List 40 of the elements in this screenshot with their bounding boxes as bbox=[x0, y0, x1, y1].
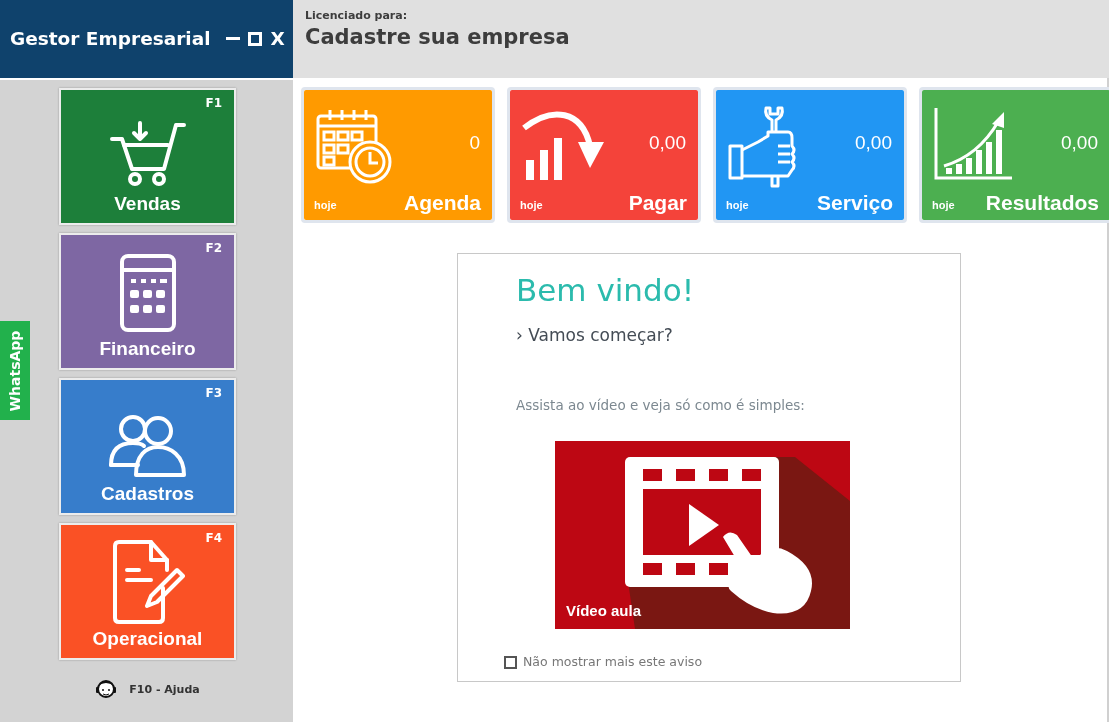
summary-card[interactable]: 0 hoje Agenda bbox=[304, 90, 492, 220]
welcome-subtitle: › Vamos começar? bbox=[516, 324, 674, 348]
card-value: 0 bbox=[469, 132, 480, 154]
company-name: Cadastre sua empresa bbox=[305, 24, 571, 50]
maximize-icon[interactable] bbox=[248, 32, 263, 46]
module-tile[interactable]: F3 Cadastros bbox=[59, 378, 236, 515]
document-icon bbox=[110, 540, 185, 624]
card-value: 0,00 bbox=[1061, 132, 1098, 154]
whatsapp-tab[interactable]: WhatsApp bbox=[0, 321, 30, 420]
module-tile[interactable]: F2 Financeiro bbox=[59, 233, 236, 370]
dismiss-checkbox[interactable]: Não mostrar mais este aviso bbox=[504, 652, 703, 672]
growth-chart-icon bbox=[934, 106, 1014, 182]
license-caption: Licenciado para: bbox=[305, 8, 409, 24]
video-thumbnail[interactable]: Vídeo aula bbox=[555, 440, 850, 629]
period-label: hoje bbox=[520, 199, 543, 211]
headset-person-icon[interactable] bbox=[95, 678, 118, 700]
period-label: hoje bbox=[932, 199, 955, 211]
summary-card[interactable]: 0,00 hoje Pagar bbox=[510, 90, 698, 220]
close-button[interactable]: X bbox=[270, 25, 285, 53]
people-icon bbox=[107, 413, 188, 479]
help-link[interactable]: F10 - Ajuda bbox=[129, 682, 200, 696]
card-title: Pagar bbox=[628, 191, 687, 215]
video-prompt: Assista ao vídeo e veja só como é simples: bbox=[516, 395, 806, 415]
cart-icon bbox=[109, 119, 186, 189]
summary-card[interactable]: 0,00 hoje Resultados bbox=[922, 90, 1109, 220]
minimize-icon[interactable] bbox=[226, 37, 241, 41]
period-label: hoje bbox=[314, 199, 337, 211]
card-value: 0,00 bbox=[855, 132, 892, 154]
window-title: Gestor Empresarial bbox=[10, 27, 211, 52]
period-label: hoje bbox=[726, 199, 749, 211]
summary-card[interactable]: 0,00 hoje Serviço bbox=[716, 90, 904, 220]
card-title: Resultados bbox=[985, 191, 1099, 215]
card-value: 0,00 bbox=[649, 132, 686, 154]
card-title: Serviço bbox=[817, 191, 893, 215]
calculator-icon bbox=[117, 254, 178, 334]
module-tile[interactable]: F1 Vendas bbox=[59, 88, 236, 225]
card-title: Agenda bbox=[404, 191, 481, 215]
welcome-heading: Bem vindo! bbox=[516, 272, 696, 310]
video-label: Vídeo aula bbox=[566, 601, 642, 619]
module-tile[interactable]: F4 Operacional bbox=[59, 523, 236, 660]
